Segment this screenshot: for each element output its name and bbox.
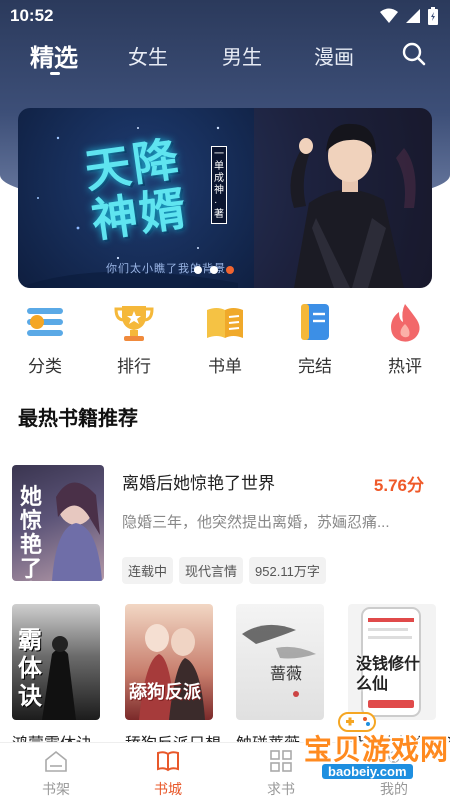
quick-item-finished[interactable]: 完结	[283, 300, 347, 377]
book-card[interactable]: 蔷薇 触碰蔷薇	[236, 604, 324, 754]
banner-dot[interactable]	[194, 266, 202, 274]
banner-pagination	[194, 266, 234, 274]
active-tab-indicator	[50, 72, 60, 75]
word-count-tag: 952.11万字	[249, 557, 326, 584]
cover-title: 舔狗反派	[129, 682, 201, 703]
request-book-icon	[269, 749, 293, 773]
book-cover[interactable]: 舔狗反派	[125, 604, 213, 720]
bottom-navigation: 书架 书城 求书 我的	[0, 742, 450, 800]
cover-title: 没钱修什么仙	[356, 654, 421, 693]
book-title[interactable]: 离婚后她惊艳了世界	[122, 469, 275, 494]
book-card[interactable]: 霸体诀 鸿蒙霸体诀	[12, 604, 100, 754]
flame-icon	[383, 300, 427, 344]
nav-request-book[interactable]: 求书	[251, 749, 311, 799]
book-score: 5.76分	[373, 476, 424, 495]
featured-book-card[interactable]: 她惊艳了世界 离婚后她惊艳了世界 5.76分 隐婚三年，他突然提出离婚，苏婳忍痛…	[12, 465, 438, 585]
banner-title: 天降神婿	[81, 131, 191, 248]
search-icon[interactable]	[402, 42, 426, 66]
section-title: 最热书籍推荐	[18, 408, 138, 430]
bookshelf-icon	[44, 749, 68, 773]
nav-profile[interactable]: 我的	[364, 749, 424, 799]
quick-label: 热评	[388, 357, 422, 376]
tab-female[interactable]: 女生	[128, 41, 168, 70]
banner-author: 一单成神·著	[211, 146, 227, 224]
book-cover[interactable]: 没钱修什么仙	[348, 604, 436, 720]
book-tags: 连载中 现代言情 952.11万字	[122, 557, 326, 584]
tab-male[interactable]: 男生	[222, 41, 262, 70]
quick-label: 排行	[117, 357, 151, 376]
tab-comics[interactable]: 漫画	[314, 41, 354, 70]
quick-label: 分类	[28, 357, 62, 376]
book-city-icon	[156, 749, 180, 773]
book-cover[interactable]: 她惊艳了世界	[12, 465, 104, 581]
quick-item-hot-comments[interactable]: 热评	[373, 300, 437, 377]
signal-icon	[406, 9, 420, 23]
tab-featured[interactable]: 精选	[30, 38, 78, 73]
cover-title: 她惊艳了世界	[20, 484, 43, 581]
status-bar: 10:52	[0, 0, 450, 32]
nav-label: 书架	[42, 781, 70, 797]
status-time: 10:52	[10, 6, 54, 25]
quick-item-ranking[interactable]: 排行	[102, 300, 166, 377]
banner-dot[interactable]	[210, 266, 218, 274]
book-list-icon	[203, 300, 247, 344]
cover-title: 霸体诀	[18, 625, 42, 710]
promo-banner[interactable]: 天降神婿 一单成神·著 你们太小瞧了我的背景	[18, 108, 432, 288]
quick-menu: 分类 排行 书单 完结 热评	[0, 300, 450, 380]
banner-character-illustration	[254, 108, 432, 288]
cover-title: 蔷薇	[270, 664, 303, 683]
nav-label: 求书	[267, 781, 295, 797]
status-icons	[380, 7, 438, 25]
quick-label: 书单	[208, 357, 242, 376]
profile-icon	[382, 749, 406, 773]
book-description: 隐婚三年，他突然提出离婚，苏婳忍痛...	[122, 514, 390, 531]
top-tab-bar: 精选 女生 男生 漫画	[0, 38, 450, 86]
finished-book-icon	[293, 300, 337, 344]
battery-icon	[428, 7, 438, 25]
quick-item-book-list[interactable]: 书单	[193, 300, 257, 377]
wifi-icon	[380, 8, 398, 24]
book-cover[interactable]: 霸体诀	[12, 604, 100, 720]
genre-tag: 现代言情	[179, 557, 244, 584]
nav-book-city[interactable]: 书城	[138, 749, 198, 799]
book-row: 霸体诀 鸿蒙霸体诀 舔狗反派 舔狗反派只想 蔷薇 触碰蔷薇	[12, 604, 450, 753]
nav-bookshelf[interactable]: 书架	[26, 749, 86, 799]
nav-label: 书城	[154, 781, 182, 797]
status-tag: 连载中	[122, 557, 174, 584]
quick-item-category[interactable]: 分类	[13, 300, 77, 377]
nav-label: 我的	[380, 781, 408, 797]
book-cover[interactable]: 蔷薇	[236, 604, 324, 720]
quick-label: 完结	[298, 357, 332, 376]
banner-dot-active[interactable]	[226, 266, 234, 274]
category-icon	[23, 300, 67, 344]
book-card[interactable]: 舔狗反派 舔狗反派只想	[125, 604, 221, 754]
trophy-icon	[112, 300, 156, 344]
book-card[interactable]: 没钱修什么仙 没钱修什么仙？	[348, 604, 450, 754]
